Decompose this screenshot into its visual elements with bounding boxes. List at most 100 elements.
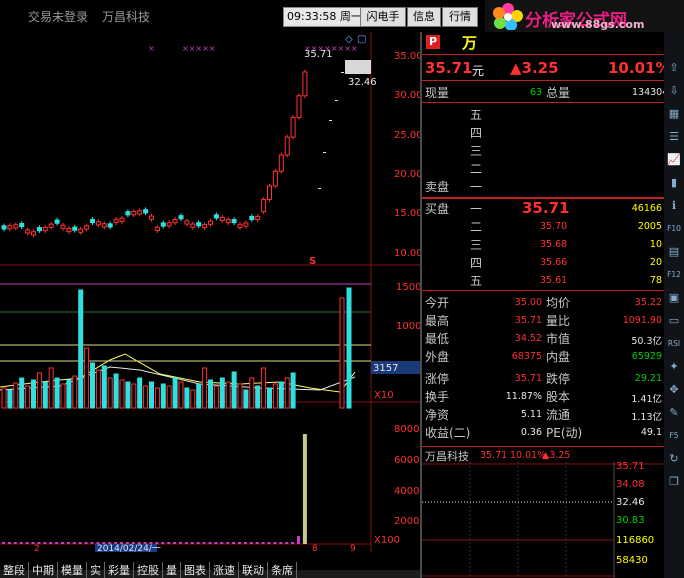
candle (125, 211, 131, 216)
last-price: 35.71 (425, 59, 473, 77)
bottom-tab[interactable]: 彩量 (105, 562, 134, 578)
volume-bar (225, 381, 231, 409)
stat-value: 0.36 (520, 427, 542, 438)
candle (107, 223, 113, 228)
f12-icon[interactable]: F12 (666, 267, 682, 283)
candle (54, 219, 60, 224)
buy-price[interactable]: 35.70 (540, 221, 567, 232)
vol-scale: X10 (374, 390, 394, 401)
amount-bar (232, 542, 236, 544)
volume-bar (278, 381, 284, 409)
candle-icon[interactable]: ▮ (666, 175, 682, 191)
buy-price[interactable]: 35.71 (522, 199, 569, 217)
bottom-tab[interactable]: 涨速 (210, 562, 239, 578)
panel-square-icon[interactable]: ▢ (357, 34, 366, 45)
bottom-tab[interactable]: 量 (163, 562, 181, 578)
current-price-box (345, 60, 371, 74)
volume-bar (42, 381, 48, 409)
stock-name: 万 (462, 34, 478, 52)
limit-up-tick (335, 100, 338, 101)
volume-bar (184, 387, 190, 409)
bottom-tab[interactable]: 实 (87, 562, 105, 578)
candle (66, 227, 72, 233)
bottom-tab[interactable]: 图表 (181, 562, 210, 578)
move-icon[interactable]: ✥ (666, 382, 682, 398)
stat-label: 涨停 (425, 372, 450, 386)
amount-bar (285, 542, 289, 544)
buy-price[interactable]: 35.61 (540, 275, 567, 286)
bottom-tab[interactable]: 条席 (268, 562, 297, 578)
volume-bar (113, 373, 119, 409)
volume-bar (231, 371, 237, 409)
sparkle-icon[interactable]: ✦ (666, 359, 682, 375)
candle (219, 216, 225, 221)
stat-value: 11.87% (505, 391, 542, 402)
candle (267, 185, 272, 200)
volume-bar (346, 287, 352, 409)
price-tick: 15.00 (394, 208, 420, 219)
bottom-tab[interactable]: 控股 (134, 562, 163, 578)
candle (208, 220, 213, 225)
candle (25, 229, 31, 234)
list-icon[interactable]: ☰ (666, 129, 682, 145)
info-icon[interactable]: ℹ (666, 198, 682, 214)
amount-bar (190, 542, 194, 544)
volume-bar (143, 385, 149, 409)
pink-marker-row: ×××××××× (304, 44, 358, 53)
book-icon[interactable]: ▣ (666, 290, 682, 306)
volume-bar (119, 379, 125, 409)
volume-bar (19, 377, 25, 409)
arrow-up-icon[interactable]: ⇧ (666, 60, 682, 76)
sell-marker: S (309, 256, 316, 267)
amount-bar (208, 542, 212, 544)
stat-label: 今开 (425, 296, 450, 310)
price-unit: 元 (472, 64, 485, 78)
bottom-tab[interactable]: 整段 (0, 562, 29, 578)
volume-bar (237, 383, 243, 409)
candle (31, 231, 36, 236)
stat-value: 1.41亿 (631, 394, 662, 405)
volume-bar (243, 389, 249, 409)
amt-tick: 20000 (394, 516, 420, 527)
stat-value: 1091.90 (622, 315, 662, 326)
f10-icon[interactable]: F10 (666, 221, 682, 237)
pencil-icon[interactable]: ✎ (666, 405, 682, 421)
rsi-icon[interactable]: RSI (666, 336, 682, 352)
stat-label: 最高 (425, 314, 450, 328)
bottom-tab[interactable]: 模量 (58, 562, 87, 578)
amount-bar (49, 542, 53, 544)
buy-price[interactable]: 35.68 (540, 239, 567, 250)
flash-trade-button[interactable]: 闪电手 (360, 7, 406, 27)
mini-tick: 30.83 (616, 515, 645, 526)
amount-bar (202, 542, 206, 544)
grid-icon[interactable]: ▦ (666, 106, 682, 122)
table-icon[interactable]: ▤ (666, 244, 682, 260)
code-badge[interactable]: P (426, 35, 440, 49)
volume-bar (172, 377, 178, 409)
amt-tick: 60000 (394, 455, 420, 466)
stat-value: 49.1 (640, 427, 662, 438)
chart-icon[interactable]: 📈 (666, 152, 682, 168)
candle (19, 223, 25, 228)
candle (143, 209, 149, 214)
amount-bar (214, 542, 218, 544)
arrow-down-icon[interactable]: ⇩ (666, 83, 682, 99)
candle (13, 224, 19, 229)
bottom-tab[interactable]: 中期 (29, 562, 58, 578)
refresh-icon[interactable]: ↻ (666, 451, 682, 467)
candle (84, 225, 90, 230)
quote-button[interactable]: 行情 (442, 7, 478, 27)
volume-bar (78, 289, 84, 409)
f5-icon[interactable]: F5 (666, 428, 682, 444)
now-vol: 63 (530, 87, 543, 98)
info-button[interactable]: 信息 (407, 7, 441, 27)
candle (284, 136, 290, 156)
candle (231, 218, 237, 224)
doc-icon[interactable]: ▭ (666, 313, 682, 329)
bottom-tab[interactable]: 联动 (239, 562, 268, 578)
vol-tick: 15000 (396, 282, 420, 293)
window-icon[interactable]: ❐ (666, 474, 682, 490)
buy-price[interactable]: 35.66 (540, 257, 567, 268)
amount-bar (261, 542, 265, 544)
price-chart[interactable]: 35.00 30.00 25.00 20.00 15.00 10.00 35.7… (0, 32, 420, 552)
